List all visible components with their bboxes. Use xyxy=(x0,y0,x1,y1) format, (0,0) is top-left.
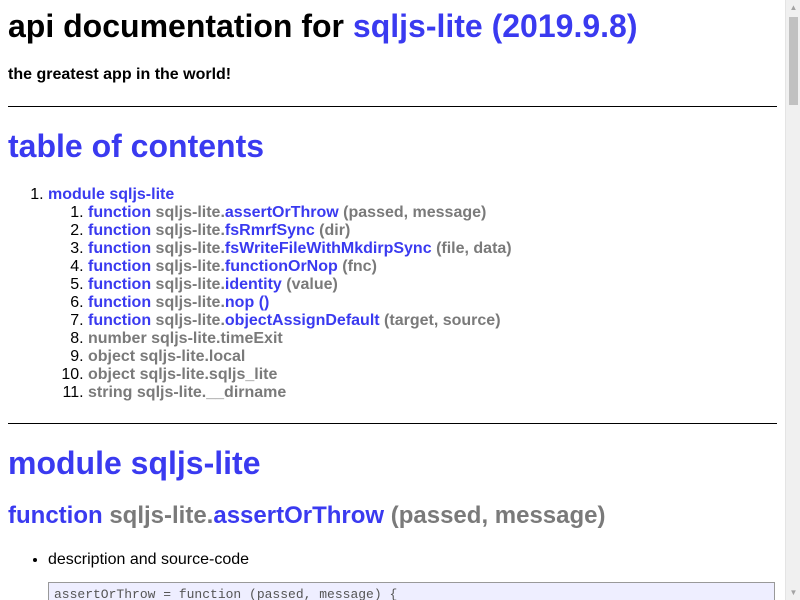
toc-item-args: (dir) xyxy=(319,222,351,239)
function-prefix: sqljs-lite. xyxy=(109,502,214,529)
toc-item: function sqljs-lite.fsWriteFileWithMkdir… xyxy=(88,240,512,258)
toc-item-text: object sqljs-lite.sqljs_lite xyxy=(88,366,278,383)
function-args: (passed, message) xyxy=(390,502,606,529)
toc-module-link[interactable]: module sqljs-lite xyxy=(48,186,174,203)
toc-heading: table of contents xyxy=(8,128,265,164)
title-prefix: api documentation for xyxy=(8,8,344,44)
toc-item-kind-link[interactable]: function xyxy=(88,312,151,329)
toc-item-prefix: sqljs-lite. xyxy=(155,222,225,239)
module-heading: module sqljs-lite xyxy=(8,445,261,481)
toc-item-name-link[interactable]: nop xyxy=(225,294,254,311)
function-heading: function sqljs-lite.assertOrThrow (passe… xyxy=(8,502,606,530)
toc-item-name-link[interactable]: fsWriteFileWithMkdirpSync xyxy=(225,240,432,257)
divider-module xyxy=(8,423,777,424)
toc-item-kind-link[interactable]: function xyxy=(88,258,151,275)
toc-item-kind-link[interactable]: function xyxy=(88,240,151,257)
toc-item: function sqljs-lite.objectAssignDefault … xyxy=(88,312,512,330)
title-package-link[interactable]: sqljs-lite (2019.9.8) xyxy=(353,8,638,44)
toc-function-list: function sqljs-lite.assertOrThrow (passe… xyxy=(48,204,512,402)
toc-item: function sqljs-lite.functionOrNop (fnc) xyxy=(88,258,512,276)
toc-item-prefix: sqljs-lite. xyxy=(155,276,225,293)
page-subtitle: the greatest app in the world! xyxy=(8,66,232,83)
toc-item-args: (passed, message) xyxy=(343,204,487,221)
toc-item-prefix: sqljs-lite. xyxy=(155,240,225,257)
toc-item: number sqljs-lite.timeExit xyxy=(88,330,512,348)
toc-item: object sqljs-lite.local xyxy=(88,348,512,366)
page-title: api documentation for sqljs-lite (2019.9… xyxy=(8,7,637,45)
toc-item-name-link[interactable]: identity xyxy=(225,276,282,293)
toc-item-kind-link[interactable]: function xyxy=(88,294,151,311)
toc-item: string sqljs-lite.__dirname xyxy=(88,384,512,402)
toc-item-name-link[interactable]: objectAssignDefault xyxy=(225,312,380,329)
toc-item: function sqljs-lite.fsRmrfSync (dir) xyxy=(88,222,512,240)
toc-item: function sqljs-lite.nop () xyxy=(88,294,512,312)
toc-item: object sqljs-lite.sqljs_lite xyxy=(88,366,512,384)
table-of-contents: module sqljs-lite function sqljs-lite.as… xyxy=(8,186,512,402)
scroll-down-arrow-icon[interactable]: ▼ xyxy=(786,585,800,600)
toc-item-args: (file, data) xyxy=(436,240,512,257)
toc-item-text: object sqljs-lite.local xyxy=(88,348,246,365)
toc-item-prefix: sqljs-lite. xyxy=(155,258,225,275)
toc-item-text: number sqljs-lite.timeExit xyxy=(88,330,283,347)
toc-item-kind-link[interactable]: function xyxy=(88,204,151,221)
description-list: description and source-code xyxy=(8,550,249,569)
toc-item-text: string sqljs-lite.__dirname xyxy=(88,384,287,401)
toc-item: function sqljs-lite.assertOrThrow (passe… xyxy=(88,204,512,222)
toc-module-item: module sqljs-lite function sqljs-lite.as… xyxy=(48,186,512,402)
toc-item: function sqljs-lite.identity (value) xyxy=(88,276,512,294)
scrollbar-thumb[interactable] xyxy=(789,17,798,105)
function-kind-link[interactable]: function xyxy=(8,502,103,529)
toc-item-args: (fnc) xyxy=(342,258,377,275)
vertical-scrollbar[interactable]: ▲ ▼ xyxy=(785,0,800,600)
toc-item-name-link[interactable]: assertOrThrow xyxy=(225,204,339,221)
toc-item-prefix: sqljs-lite. xyxy=(155,294,225,311)
description-label: description and source-code xyxy=(48,550,249,569)
toc-item-args: (target, source) xyxy=(384,312,501,329)
toc-item-name-link[interactable]: fsRmrfSync xyxy=(225,222,315,239)
toc-item-name-link[interactable]: functionOrNop xyxy=(225,258,338,275)
toc-item-args: () xyxy=(258,294,270,311)
function-name-link[interactable]: assertOrThrow xyxy=(213,502,384,529)
divider-top xyxy=(8,106,777,107)
toc-item-kind-link[interactable]: function xyxy=(88,276,151,293)
source-code-block: assertOrThrow = function (passed, messag… xyxy=(48,582,775,600)
toc-item-args: (value) xyxy=(286,276,338,293)
toc-item-kind-link[interactable]: function xyxy=(88,222,151,239)
toc-item-prefix: sqljs-lite. xyxy=(155,204,225,221)
toc-item-prefix: sqljs-lite. xyxy=(155,312,225,329)
scroll-up-arrow-icon[interactable]: ▲ xyxy=(786,0,800,15)
